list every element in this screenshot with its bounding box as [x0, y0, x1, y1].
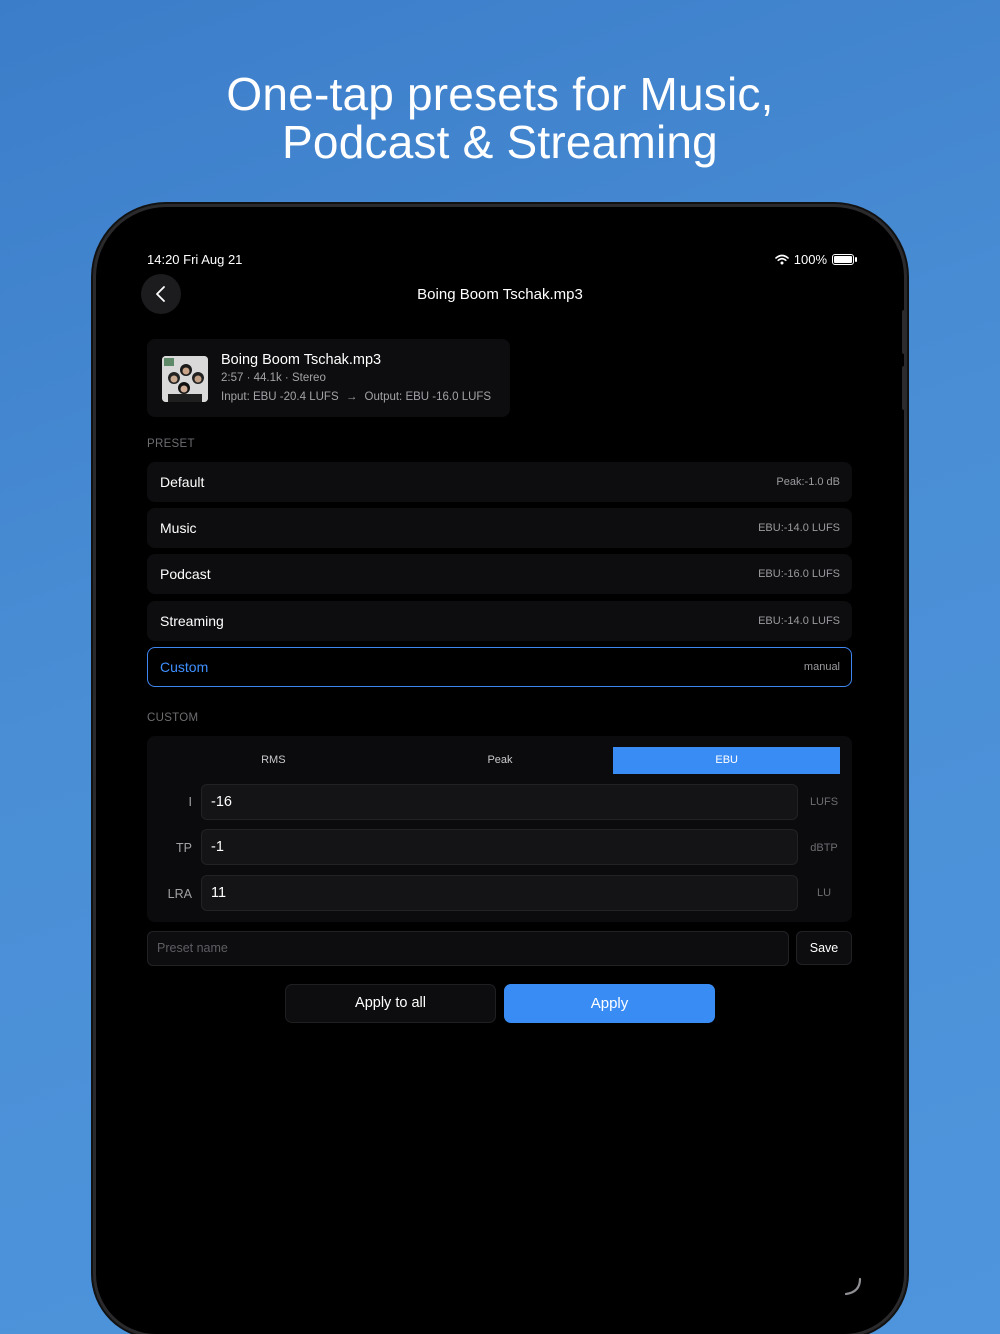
- lra-label: LRA: [167, 887, 192, 901]
- wifi-icon: [774, 254, 789, 265]
- nav-title: Boing Boom Tschak.mp3: [417, 286, 583, 303]
- preset-target: EBU:-14.0 LUFS: [758, 615, 840, 627]
- arrow-right-icon: →: [345, 391, 358, 403]
- preset-custom[interactable]: Custom manual: [147, 647, 852, 687]
- apply-button[interactable]: Apply: [504, 984, 715, 1023]
- status-time-date: 14:20 Fri Aug 21: [147, 252, 243, 267]
- mode-tab-ebu[interactable]: EBU: [613, 747, 841, 774]
- loading-spinner-icon: [844, 1277, 862, 1296]
- lra-input[interactable]: 11: [201, 875, 798, 911]
- custom-section-label: CUSTOM: [147, 712, 199, 724]
- preset-name: Podcast: [160, 566, 211, 582]
- preset-name-input[interactable]: Preset name: [147, 931, 789, 966]
- integrated-label: I: [188, 795, 192, 809]
- battery-icon: [832, 254, 857, 265]
- output-loudness: Output: EBU -16.0 LUFS: [364, 391, 492, 403]
- true-peak-label: TP: [176, 841, 192, 855]
- apply-to-all-button[interactable]: Apply to all: [285, 984, 496, 1023]
- preset-target: Peak:-1.0 dB: [776, 476, 840, 488]
- preset-streaming[interactable]: Streaming EBU:-14.0 LUFS: [147, 601, 852, 641]
- lra-unit: LU: [816, 887, 832, 899]
- preset-section-label: PRESET: [147, 438, 195, 450]
- true-peak-unit: dBTP: [810, 842, 838, 854]
- preset-music[interactable]: Music EBU:-14.0 LUFS: [147, 508, 852, 548]
- integrated-unit: LUFS: [809, 796, 839, 808]
- preset-name: Custom: [160, 659, 209, 675]
- file-meta: 2:57 · 44.1k · Stereo: [221, 372, 326, 384]
- mode-tab-peak[interactable]: Peak: [387, 747, 614, 774]
- mode-segmented-control: RMS Peak EBU: [160, 747, 841, 774]
- preset-name: Streaming: [160, 613, 224, 629]
- preset-default[interactable]: Default Peak:-1.0 dB: [147, 462, 852, 502]
- file-info-card: Boing Boom Tschak.mp3 2:57 · 44.1k · Ste…: [147, 339, 510, 417]
- mode-tab-rms[interactable]: RMS: [160, 747, 387, 774]
- status-indicators: 100%: [774, 252, 857, 267]
- save-preset-button[interactable]: Save: [796, 931, 852, 965]
- preset-name: Music: [160, 520, 197, 536]
- app-screen: 14:20 Fri Aug 21 100% Boing Boom Tschak.…: [0, 0, 1000, 1334]
- preset-target: manual: [803, 661, 840, 673]
- preset-target: EBU:-16.0 LUFS: [758, 568, 840, 580]
- integrated-loudness-input[interactable]: -16: [201, 784, 798, 820]
- file-name: Boing Boom Tschak.mp3: [221, 352, 382, 368]
- preset-podcast[interactable]: Podcast EBU:-16.0 LUFS: [147, 554, 852, 594]
- preset-name: Default: [160, 474, 205, 490]
- loudness-summary: Input: EBU -20.4 LUFS → Output: EBU -16.…: [221, 391, 491, 403]
- preset-target: EBU:-14.0 LUFS: [758, 522, 840, 534]
- input-loudness: Input: EBU -20.4 LUFS: [221, 391, 339, 403]
- battery-percent: 100%: [793, 252, 827, 267]
- album-art: [162, 356, 208, 402]
- true-peak-input[interactable]: -1: [201, 829, 798, 865]
